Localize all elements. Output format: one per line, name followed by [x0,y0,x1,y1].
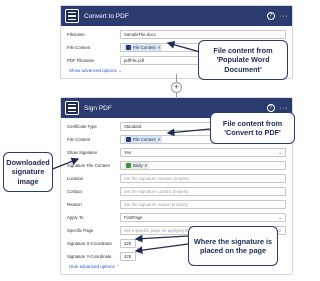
contact-row: Contact Set the signature contact proper… [67,186,286,197]
signature-file-content-row: Signature File Content Body × [67,160,286,171]
callout-downloaded-signature-image: Downloaded signature image [3,152,53,192]
document-app-icon [65,9,79,23]
document-token-icon [126,137,131,142]
document-app-icon [65,101,79,115]
show-signature-row: Show Signature Yes ⌄ [67,147,286,158]
callout-populate-word-document: File content from 'Populate Word Documen… [198,40,288,80]
certificate-type-label: Certificate Type [67,124,97,129]
chevron-up-icon: ⌃ [116,264,120,269]
location-row: Location Set the signature location prop… [67,173,286,184]
help-icon[interactable]: ? [266,104,275,112]
signature-x-input[interactable]: 225 [120,239,136,248]
filename-label: Filename [67,32,85,37]
file-content-label: File Content [67,45,91,50]
body-token[interactable]: Body × [124,162,150,169]
remove-token-icon[interactable]: × [158,137,161,142]
chevron-down-icon: ⌄ [278,149,282,155]
location-input[interactable]: Set the signature location property [120,174,286,183]
callout-convert-to-pdf: File content from 'Convert to PDF' [210,112,295,144]
specific-page-label: Specific Page [67,228,94,233]
pdf-filename-label: PDF Filename [67,58,95,63]
apply-to-select[interactable]: FirstPage ⌄ [120,213,286,222]
signature-file-content-field[interactable]: Body × [120,161,286,170]
contact-input[interactable]: Set the signature contact property [120,187,286,196]
file-content-label: File Content [67,137,91,142]
convert-card-header[interactable]: Convert to PDF ? ··· [61,6,292,26]
token-label: Body [133,163,143,168]
more-options-icon[interactable]: ··· [280,105,289,112]
chevron-down-icon: ⌄ [278,214,282,220]
token-label: File Content [133,137,156,142]
chevron-down-icon: ⌄ [118,68,122,73]
help-icon[interactable]: ? [266,12,275,20]
filename-field[interactable]: SampleFile.docx [120,30,286,39]
show-signature-label: Show Signature [67,150,98,155]
signature-y-input[interactable]: 425 [120,252,136,261]
filename-row: Filename SampleFile.docx [67,29,286,40]
http-token-icon [126,163,131,168]
reason-row: Reason Set the signature reason property [67,199,286,210]
more-options-icon[interactable]: ··· [280,13,289,20]
sign-card-title: Sign PDF [84,104,112,112]
file-content-token[interactable]: File Content × [124,136,163,143]
remove-token-icon[interactable]: × [145,163,148,168]
callout-signature-placement: Where the signature is placed on the pag… [188,226,278,266]
add-step-icon[interactable]: + [171,82,182,93]
show-signature-select[interactable]: Yes ⌄ [120,148,286,157]
reason-input[interactable]: Set the signature reason property [120,200,286,209]
location-label: Location [67,176,84,181]
document-token-icon [126,45,131,50]
signature-y-label: Signature Y-Coordinate [67,254,112,259]
remove-token-icon[interactable]: × [158,45,161,50]
signature-x-label: Signature X-Coordinate [67,241,112,246]
apply-to-row: Apply To FirstPage ⌄ [67,212,286,223]
convert-card-title: Convert to PDF [84,12,129,20]
file-content-token[interactable]: File Content × [124,44,163,51]
contact-label: Contact [67,189,82,194]
reason-label: Reason [67,202,82,207]
signature-file-content-label: Signature File Content [67,163,110,168]
apply-to-label: Apply To [67,215,84,220]
token-label: File Content [133,45,156,50]
